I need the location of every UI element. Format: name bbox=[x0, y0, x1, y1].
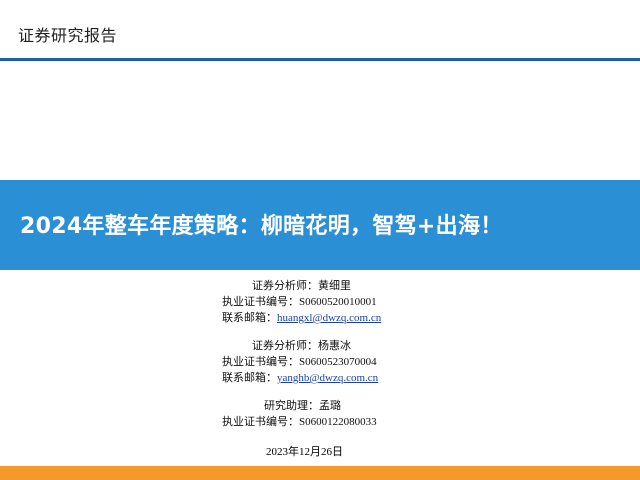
email-label: 联系邮箱： bbox=[222, 371, 277, 384]
email-link[interactable]: huangxl@dwzq.com.cn bbox=[277, 312, 381, 324]
cert-number: S0600520010001 bbox=[299, 296, 377, 308]
email-label: 联系邮箱： bbox=[222, 311, 277, 324]
report-date: 2023年12月26日 bbox=[266, 446, 343, 458]
cert-number: S0600122080033 bbox=[299, 416, 377, 428]
analyst-1-email: 联系邮箱：huangxl@dwzq.com.cn bbox=[222, 309, 381, 327]
analyst-name: 杨惠冰 bbox=[318, 339, 351, 352]
cert-number: S0600523070004 bbox=[299, 356, 377, 368]
footer-bar bbox=[0, 466, 640, 480]
cert-label: 执业证书编号： bbox=[222, 355, 299, 368]
report-type-title: 证券研究报告 bbox=[18, 26, 118, 45]
assistant-cert: 执业证书编号：S0600122080033 bbox=[222, 413, 377, 431]
header-divider bbox=[0, 58, 640, 61]
analyst-name: 黄细里 bbox=[318, 279, 351, 292]
report-title: 2024年整车年度策略：柳暗花明，智驾+出海！ bbox=[20, 214, 503, 239]
assistant-role-label: 研究助理： bbox=[264, 399, 319, 412]
cert-label: 执业证书编号： bbox=[222, 415, 299, 428]
analyst-2-email: 联系邮箱：yanghb@dwzq.com.cn bbox=[222, 369, 378, 387]
assistant-name: 孟璐 bbox=[319, 399, 341, 412]
analyst-role-label: 证券分析师： bbox=[252, 339, 318, 352]
analyst-role-label: 证券分析师： bbox=[252, 279, 318, 292]
email-link[interactable]: yanghb@dwzq.com.cn bbox=[277, 372, 378, 384]
cert-label: 执业证书编号： bbox=[222, 295, 299, 308]
